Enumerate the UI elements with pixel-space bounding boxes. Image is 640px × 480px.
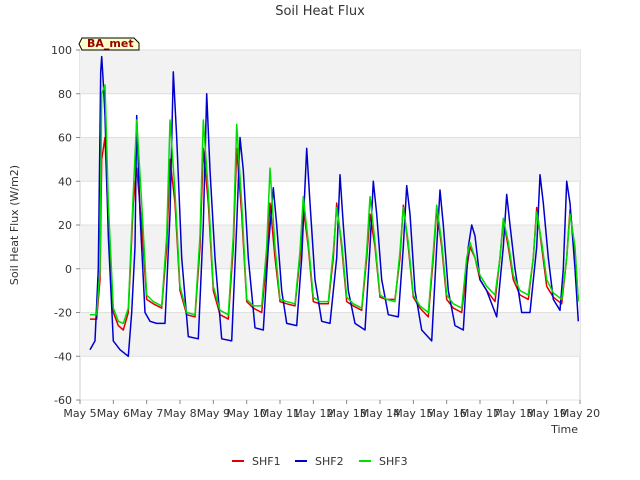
- soil-heat-flux-chart: Soil Heat Flux -60 -40 -20 0 20 40 60 80 100 May…: [8, 4, 600, 468]
- y-tick-label: -60: [54, 394, 72, 407]
- grid-band: [80, 50, 580, 94]
- y-axis-ticks: -60 -40 -20 0 20 40 60 80 100: [51, 44, 80, 407]
- annotation-box: BA_met: [78, 37, 140, 51]
- x-axis-ticks: May 5 May 6 May 7 May 8 May 9May 10May 11May…: [63, 400, 600, 420]
- y-tick-label: 100: [51, 44, 72, 57]
- x-tick-label: May 9: [197, 407, 230, 420]
- y-tick-label: -40: [54, 350, 72, 363]
- legend: SHF1 SHF2 SHF3: [232, 455, 408, 468]
- legend-label-shf3: SHF3: [379, 455, 408, 468]
- x-tick-label: May 8: [163, 407, 196, 420]
- y-tick-label: 20: [58, 219, 72, 232]
- y-tick-label: 40: [58, 175, 72, 188]
- x-axis-label: Time: [550, 423, 578, 436]
- x-tick-label: May 20: [560, 407, 600, 420]
- x-tick-label: May 6: [97, 407, 130, 420]
- y-tick-label: 80: [58, 88, 72, 101]
- annotation-text: BA_met: [87, 37, 134, 50]
- chart-title: Soil Heat Flux: [275, 4, 365, 19]
- grid-band: [80, 137, 580, 182]
- y-tick-label: -20: [54, 307, 72, 320]
- legend-label-shf2: SHF2: [315, 455, 344, 468]
- y-axis-label: Soil Heat Flux (W/m2): [8, 165, 21, 285]
- x-tick-label: May 7: [130, 407, 163, 420]
- x-tick-label: May 5: [63, 407, 96, 420]
- y-tick-label: 0: [65, 263, 72, 276]
- y-tick-label: 60: [58, 132, 72, 145]
- legend-label-shf1: SHF1: [252, 455, 281, 468]
